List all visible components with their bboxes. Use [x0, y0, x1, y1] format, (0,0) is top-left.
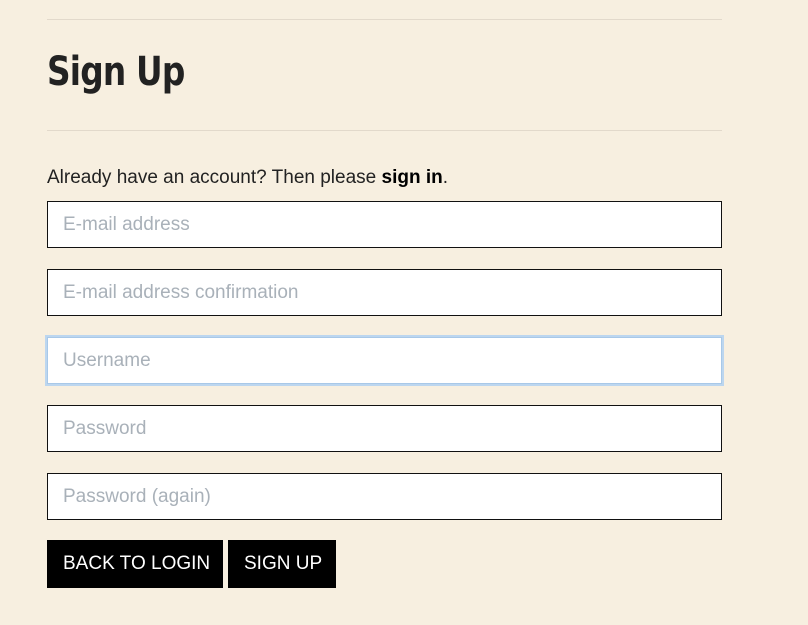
sign-in-link[interactable]: sign in — [382, 167, 443, 188]
form-actions: BACK TO LOGIN SIGN UP — [47, 540, 722, 588]
sign-in-prompt: Already have an account? Then please sig… — [47, 166, 722, 190]
back-to-login-button[interactable]: BACK TO LOGIN — [47, 540, 223, 588]
username-field[interactable] — [47, 337, 722, 384]
sign-in-prompt-text: Already have an account? Then please — [47, 167, 382, 188]
sign-up-button[interactable]: SIGN UP — [228, 540, 336, 588]
password-again-field[interactable] — [47, 473, 722, 520]
password-field[interactable] — [47, 405, 722, 452]
sign-in-prompt-suffix: . — [442, 167, 449, 188]
signup-form: BACK TO LOGIN SIGN UP — [47, 201, 722, 588]
email-confirmation-field[interactable] — [47, 269, 722, 316]
title-divider — [47, 130, 722, 131]
email-field[interactable] — [47, 201, 722, 248]
page-title: Sign Up — [47, 49, 185, 95]
signup-panel: Sign Up Already have an account? Then pl… — [47, 0, 722, 588]
